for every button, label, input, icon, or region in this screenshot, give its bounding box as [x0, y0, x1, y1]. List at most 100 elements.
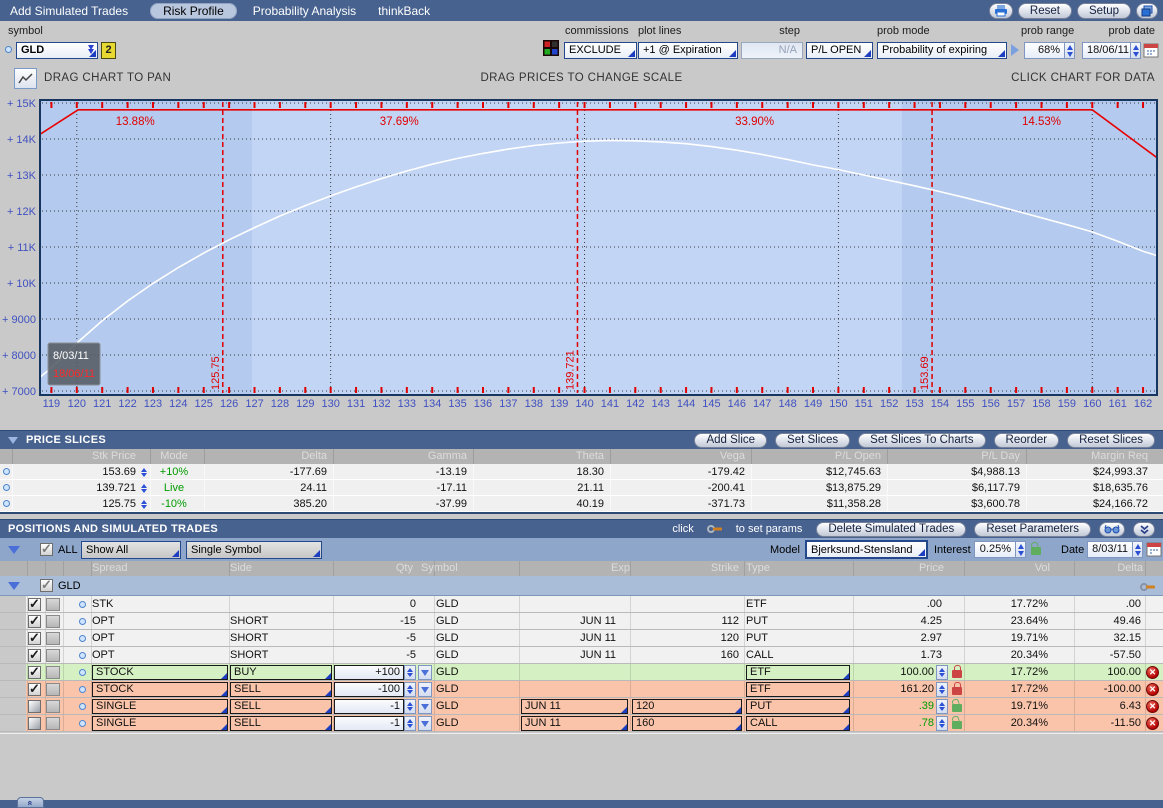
qty-input[interactable]: -1: [334, 699, 404, 714]
prob-date-spinner[interactable]: [1130, 42, 1141, 59]
row-marker[interactable]: [79, 720, 86, 727]
type-select[interactable]: ETF: [746, 682, 850, 697]
qty-spinner[interactable]: [404, 699, 416, 714]
x-axis-label[interactable]: 159: [1058, 398, 1076, 410]
x-axis-label[interactable]: 124: [169, 398, 187, 410]
x-axis-label[interactable]: 122: [118, 398, 136, 410]
row-marker[interactable]: [79, 601, 86, 608]
qty-input[interactable]: +100: [334, 665, 404, 680]
slices-button-set-slices-to-charts[interactable]: Set Slices To Charts: [858, 433, 985, 448]
row-analyze-toggle[interactable]: [46, 683, 60, 696]
model-select[interactable]: Bjerksund-Stensland: [805, 540, 928, 559]
x-axis-label[interactable]: 141: [601, 398, 619, 410]
y-axis-label[interactable]: + 12K: [7, 206, 37, 218]
x-axis-label[interactable]: 126: [220, 398, 238, 410]
tab-thinkback[interactable]: thinkBack: [378, 4, 430, 18]
x-axis-label[interactable]: 129: [296, 398, 314, 410]
x-axis-label[interactable]: 131: [347, 398, 365, 410]
commissions-select[interactable]: EXCLUDE: [564, 42, 637, 59]
column-header-gamma[interactable]: Gamma: [357, 449, 467, 464]
column-header-vega[interactable]: Vega: [635, 449, 745, 464]
qty-input[interactable]: -1: [334, 716, 404, 731]
x-axis-label[interactable]: 152: [880, 398, 898, 410]
price-lock-icon[interactable]: [952, 704, 962, 712]
detach-button[interactable]: [1136, 3, 1158, 19]
y-axis-label[interactable]: + 15K: [7, 98, 37, 110]
x-axis-label[interactable]: 119: [43, 398, 61, 410]
row-marker[interactable]: [79, 618, 86, 625]
x-axis-label[interactable]: 161: [1108, 398, 1126, 410]
row-marker[interactable]: [79, 703, 86, 710]
delete-trade-button[interactable]: ✕: [1146, 700, 1159, 713]
symbol-mode-select[interactable]: Single Symbol: [186, 541, 322, 559]
date-input[interactable]: 8/03/11: [1087, 541, 1133, 558]
side-select[interactable]: SELL: [230, 699, 332, 714]
column-header-type[interactable]: Type: [746, 561, 826, 576]
slices-button-reset-slices[interactable]: Reset Slices: [1067, 433, 1155, 448]
column-header-margin-req[interactable]: Margin Req: [1024, 449, 1148, 464]
delete-trade-button[interactable]: ✕: [1146, 683, 1159, 696]
interest-input[interactable]: 0.25%: [974, 541, 1016, 558]
qty-dropdown[interactable]: [418, 665, 432, 680]
x-axis-label[interactable]: 135: [448, 398, 466, 410]
column-header-vol[interactable]: Vol: [968, 561, 1050, 576]
commission-grid-icon[interactable]: [543, 40, 559, 56]
stk-price-spinner[interactable]: [138, 465, 149, 479]
row-checkbox[interactable]: [28, 632, 41, 645]
row-analyze-toggle[interactable]: [46, 700, 60, 713]
column-header-exp[interactable]: Exp: [540, 561, 630, 576]
slices-button-set-slices[interactable]: Set Slices: [775, 433, 850, 448]
x-axis-label[interactable]: 157: [1007, 398, 1025, 410]
price-lock-icon[interactable]: [952, 721, 962, 729]
delete-trade-button[interactable]: ✕: [1146, 717, 1159, 730]
row-checkbox[interactable]: [28, 666, 41, 679]
all-checkbox[interactable]: [40, 543, 53, 556]
row-analyze-toggle[interactable]: [46, 649, 60, 662]
qty-dropdown[interactable]: [418, 716, 432, 731]
x-axis-label[interactable]: 146: [728, 398, 746, 410]
risk-profile-chart[interactable]: 125.75139.721153.6913.88%37.69%33.90%14.…: [0, 62, 1163, 430]
tab-add-simulated-trades[interactable]: Add Simulated Trades: [10, 4, 128, 18]
x-axis-label[interactable]: 142: [626, 398, 644, 410]
price-spinner[interactable]: [936, 682, 948, 697]
spread-select[interactable]: STOCK: [92, 665, 228, 680]
price-spinner[interactable]: [936, 716, 948, 731]
slice-marker[interactable]: [3, 484, 10, 491]
collapse-section-button[interactable]: [1133, 522, 1155, 537]
group-expand-triangle-icon[interactable]: [8, 582, 20, 590]
symbol-input[interactable]: GLD: [16, 42, 98, 59]
reset-button[interactable]: Reset: [1018, 3, 1072, 19]
delete-trade-button[interactable]: ✕: [1146, 666, 1159, 679]
x-axis-label[interactable]: 160: [1083, 398, 1101, 410]
column-header-delta[interactable]: Delta: [1058, 561, 1143, 576]
column-header-side[interactable]: Side: [230, 561, 320, 576]
y-axis-label[interactable]: + 10K: [7, 278, 37, 290]
calendar-icon[interactable]: [1143, 42, 1159, 58]
y-axis-label[interactable]: + 13K: [7, 170, 37, 182]
x-axis-label[interactable]: 139: [550, 398, 568, 410]
tab-probability-analysis[interactable]: Probability Analysis: [253, 4, 356, 18]
collapse-triangle-icon[interactable]: [8, 437, 18, 444]
x-axis-label[interactable]: 133: [398, 398, 416, 410]
show-all-select[interactable]: Show All: [81, 541, 181, 559]
group-checkbox[interactable]: [40, 579, 53, 592]
x-axis-label[interactable]: 128: [271, 398, 289, 410]
strike-select[interactable]: 120: [632, 699, 742, 714]
restore-panel-button[interactable]: «: [17, 797, 44, 808]
type-select[interactable]: PUT: [746, 699, 850, 714]
x-axis-label[interactable]: 147: [753, 398, 771, 410]
y-axis-label[interactable]: + 7000: [2, 386, 36, 398]
column-header-symbol[interactable]: Symbol: [421, 561, 501, 576]
x-axis-label[interactable]: 156: [982, 398, 1000, 410]
x-axis-label[interactable]: 140: [575, 398, 593, 410]
row-checkbox[interactable]: [28, 615, 41, 628]
exp-select[interactable]: JUN 11: [521, 716, 628, 731]
y-axis-label[interactable]: + 8000: [2, 350, 36, 362]
row-marker[interactable]: [79, 686, 86, 693]
positions-button-reset-parameters[interactable]: Reset Parameters: [974, 522, 1091, 537]
row-checkbox[interactable]: [28, 717, 41, 730]
x-axis-label[interactable]: 158: [1032, 398, 1050, 410]
row-checkbox[interactable]: [28, 649, 41, 662]
type-select[interactable]: ETF: [746, 665, 850, 680]
column-header-spread[interactable]: Spread: [92, 561, 212, 576]
